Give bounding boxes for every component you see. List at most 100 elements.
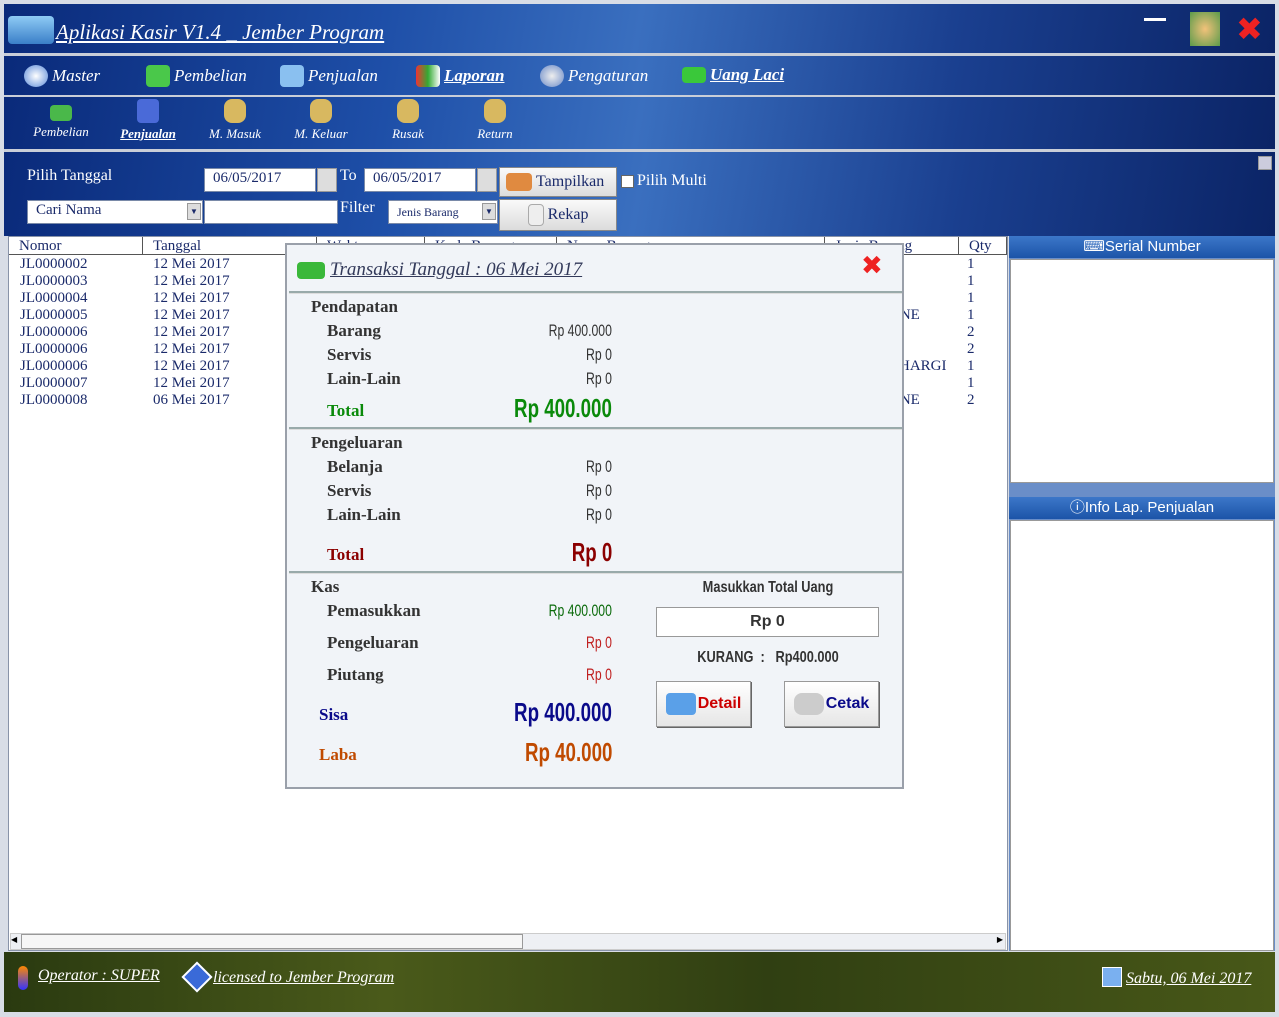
tool-label: Return xyxy=(477,126,513,141)
money-icon xyxy=(50,105,72,121)
to-label: To xyxy=(340,167,357,184)
laba-label: Laba xyxy=(319,745,357,764)
pilih-multi-checkbox[interactable] xyxy=(621,175,634,188)
table-icon xyxy=(665,693,696,715)
minimize-button[interactable] xyxy=(1144,18,1166,21)
printer-icon xyxy=(793,693,824,715)
close-icon[interactable]: ✖ xyxy=(1236,10,1263,48)
arrow-down-icon xyxy=(146,65,170,87)
table-cell: JL0000008 xyxy=(20,392,88,408)
maximize-icon[interactable] xyxy=(1258,156,1272,170)
table-cell: 2 xyxy=(967,341,975,357)
calendar-icon[interactable] xyxy=(477,168,497,192)
masukkan-label: Masukkan Total Uang xyxy=(702,579,834,596)
table-cell: 1 xyxy=(967,290,975,306)
pengeluaran-label: Pengeluaran xyxy=(311,433,403,452)
cetak-button[interactable]: Cetak xyxy=(784,681,879,727)
tool-label: M. Keluar xyxy=(294,126,348,141)
license-label[interactable]: licensed to Jember Program xyxy=(213,969,394,987)
header-label: Serial Number xyxy=(1104,238,1201,255)
column-header[interactable]: Nomor xyxy=(9,237,143,255)
table-cell: 12 Mei 2017 xyxy=(153,307,230,323)
tool-m-masuk[interactable]: M. Masuk xyxy=(195,99,275,142)
menu-uang-laci[interactable]: Uang Laci xyxy=(682,65,784,85)
sisa-value: Rp 400.000 xyxy=(514,697,612,727)
tool-m-keluar[interactable]: M. Keluar xyxy=(281,99,361,142)
horizontal-scrollbar[interactable]: ◀ ▶ xyxy=(10,933,1006,950)
kurang-label: KURANG : Rp400.000 xyxy=(697,649,839,666)
table-cell: JL0000007 xyxy=(20,375,88,391)
table-cell: 12 Mei 2017 xyxy=(153,375,230,391)
menu-label: Pengaturan xyxy=(568,66,649,85)
menu-pengaturan[interactable]: Pengaturan xyxy=(540,65,648,87)
tool-penjualan[interactable]: Penjualan xyxy=(108,99,188,142)
header-label: Info Lap. Penjualan xyxy=(1084,499,1215,516)
dialog-title: Transaksi Tanggal : 06 Mei 2017 xyxy=(330,259,583,280)
date-to-field[interactable]: 06/05/2017 xyxy=(364,168,476,192)
filter-label: Filter xyxy=(340,199,375,216)
date-label[interactable]: Sabtu, 06 Mei 2017 xyxy=(1126,970,1251,988)
database-return-icon xyxy=(484,99,506,123)
cari-nama-select[interactable]: Cari Nama ▼ xyxy=(27,200,203,224)
money-icon xyxy=(682,67,706,83)
user-icon[interactable] xyxy=(1190,12,1220,46)
total-uang-input[interactable]: Rp 0 xyxy=(656,607,879,637)
right-panel: ⌨Serial Number ⓘInfo Lap. Penjualan xyxy=(1009,236,1275,951)
piutang-value: Rp 0 xyxy=(586,665,612,684)
belanja-label: Belanja xyxy=(327,457,383,476)
database-in-icon xyxy=(224,99,246,123)
keyboard-icon: ⌨ xyxy=(1083,238,1105,255)
kas-label: Kas xyxy=(311,577,340,596)
table-cell: 12 Mei 2017 xyxy=(153,290,230,306)
pemasukkan-label: Pemasukkan xyxy=(327,601,421,620)
arrow-right-icon[interactable]: ▶ xyxy=(997,935,1003,944)
lain-lain-value: Rp 0 xyxy=(586,505,612,524)
detail-button[interactable]: Detail xyxy=(656,681,751,727)
table-cell: 1 xyxy=(967,307,975,323)
piutang-label: Piutang xyxy=(327,665,384,684)
table-cell: 1 xyxy=(967,256,975,272)
close-icon[interactable]: ✖ xyxy=(861,251,883,281)
tool-return[interactable]: Return xyxy=(455,99,535,142)
total-pendapatan-label: Total xyxy=(327,401,365,420)
menu-pembelian[interactable]: Pembelian xyxy=(146,65,247,87)
table-cell: 1 xyxy=(967,375,975,391)
operator-label[interactable]: Operator : SUPER xyxy=(38,967,160,985)
menu-label: Laporan xyxy=(444,66,505,85)
pemasukkan-value: Rp 400.000 xyxy=(548,601,612,620)
tool-pembelian[interactable]: Pembelian xyxy=(21,99,101,140)
info-panel xyxy=(1010,520,1274,951)
info-icon xyxy=(181,961,213,993)
menu-label: Uang Laci xyxy=(710,65,785,84)
menu-label: Master xyxy=(52,66,101,85)
tool-rusak[interactable]: Rusak xyxy=(368,99,448,142)
menu-laporan[interactable]: Laporan xyxy=(416,65,504,87)
menu-label: Pembelian xyxy=(174,66,247,85)
date-from-field[interactable]: 06/05/2017 xyxy=(204,168,316,192)
barang-value: Rp 400.000 xyxy=(548,321,612,340)
gears-icon xyxy=(540,65,564,87)
scrollbar-thumb[interactable] xyxy=(21,934,523,949)
servis-value: Rp 0 xyxy=(586,345,612,364)
transaction-dialog: Transaksi Tanggal : 06 Mei 2017 ✖ Pendap… xyxy=(285,243,904,789)
menu-bar: Master Pembelian Penjualan Laporan Penga… xyxy=(4,56,1275,95)
column-header[interactable]: Qty xyxy=(959,237,1007,255)
search-input[interactable] xyxy=(204,200,338,224)
servis-label: Servis xyxy=(327,345,372,364)
menu-master[interactable]: Master xyxy=(24,65,100,87)
info-icon: ⓘ xyxy=(1069,499,1085,516)
menu-penjualan[interactable]: Penjualan xyxy=(280,65,378,87)
table-cell: JL0000006 xyxy=(20,358,88,374)
tool-label: Pembelian xyxy=(33,124,89,139)
rekap-button[interactable]: Rekap xyxy=(499,199,617,231)
lain-lain-label: Lain-Lain xyxy=(327,505,401,524)
arrow-left-icon[interactable]: ◀ xyxy=(11,935,17,944)
clipboard-icon xyxy=(527,204,544,226)
tampilkan-button[interactable]: Tampilkan xyxy=(499,167,617,197)
barang-label: Barang xyxy=(327,321,381,340)
table-cell: JL0000004 xyxy=(20,290,88,306)
serial-number-list[interactable] xyxy=(1010,259,1274,483)
calendar-icon[interactable] xyxy=(317,168,337,192)
button-label: Rekap xyxy=(547,206,589,223)
jenis-barang-select[interactable]: Jenis Barang ▼ xyxy=(388,200,498,224)
